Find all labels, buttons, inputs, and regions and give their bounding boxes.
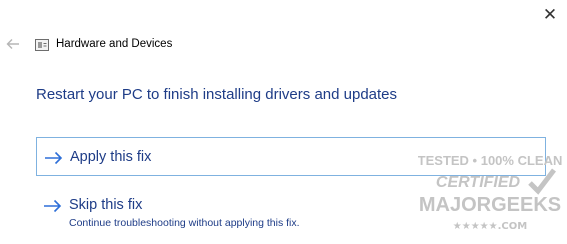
watermark-line1: TESTED • 100% CLEAN <box>418 153 562 168</box>
skip-fix-label: Skip this fix <box>69 197 143 213</box>
checkmark-icon <box>528 168 556 195</box>
majorgeeks-watermark: TESTED • 100% CLEAN CERTIFIED MAJORGEEKS… <box>418 143 563 239</box>
page-heading: Restart your PC to finish installing dri… <box>36 86 398 103</box>
arrow-right-icon <box>44 199 62 213</box>
watermark-line3: MAJORGEEKS <box>419 194 561 216</box>
apply-fix-label: Apply this fix <box>70 149 152 165</box>
back-button[interactable] <box>5 35 21 53</box>
close-button[interactable]: ✕ <box>539 5 561 25</box>
skip-fix-button[interactable]: Skip this fix Continue troubleshooting w… <box>36 192 436 234</box>
hardware-devices-icon <box>35 38 49 51</box>
watermark-line4: ★★★★★.COM <box>453 221 527 232</box>
back-arrow-icon <box>6 39 19 49</box>
window-title: Hardware and Devices <box>56 38 173 50</box>
watermark-line2: CERTIFIED <box>436 174 521 191</box>
skip-fix-description: Continue troubleshooting without applyin… <box>69 217 300 229</box>
arrow-right-icon <box>45 151 63 165</box>
close-icon: ✕ <box>542 5 558 25</box>
